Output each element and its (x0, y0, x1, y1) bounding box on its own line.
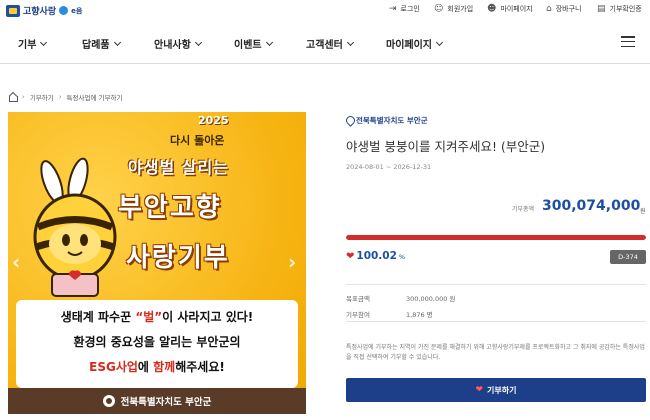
cart-icon: ⌂ (546, 3, 552, 14)
nav-item-mypage[interactable]: 마이페이지 (386, 36, 444, 51)
menu-icon[interactable] (621, 36, 635, 47)
user-icon: ☺ (434, 3, 444, 14)
home-icon[interactable] (8, 93, 18, 102)
logo-badge-icon (59, 6, 69, 15)
donate-label: 기부하기 (487, 385, 517, 395)
poster-message-box: 생태계 파수꾼 “벌”이 사라지고 있다! 환경의 중요성을 알리는 부안군의 … (16, 300, 298, 388)
region-text: 전북특별자치도 부안군 (356, 116, 428, 125)
total-amount-label: 기부총액 (512, 206, 535, 213)
project-title: 야생벌 붕붕이를 지켜주세요! (부안군) (346, 139, 546, 154)
chevron-down-icon (194, 38, 202, 46)
nav-item-guide[interactable]: 안내사항 (154, 36, 202, 51)
nav-label: 고객센터 (306, 40, 343, 51)
total-amount-unit: 원 (640, 208, 646, 215)
login-icon: ⇥ (389, 3, 397, 14)
county-seal-icon (102, 395, 115, 407)
poster-line-3: ESG사업에 함께해주세요! (89, 360, 225, 374)
project-poster: 2025 다시 돌아온 야생벌 살리는 부안고향 사랑기부 ‹ › 생태계 파수… (8, 112, 306, 414)
chevron-down-icon (346, 38, 354, 46)
dday-badge: D-374 (610, 250, 646, 264)
chevron-down-icon (113, 38, 121, 46)
login-label: 로그인 (400, 5, 420, 13)
signup-link[interactable]: ☺ 회원가입 (434, 4, 473, 14)
project-date-range: 2024-08-01 ~ 2026-12-31 (346, 163, 432, 171)
nav-label: 이벤트 (234, 40, 262, 51)
top-utility-bar: 고향사랑 e음 ⇥ 로그인 ☺ 회원가입 ☻ 마이페이지 ⌂ 장바구니 ▤ 기부… (0, 0, 650, 22)
funding-progress-bar (346, 235, 646, 240)
site-logo[interactable]: 고향사랑 e음 (6, 4, 82, 17)
bee-mascot-icon (33, 157, 117, 297)
breadcrumb-separator-icon: › (58, 93, 62, 101)
region-label: 전북특별자치도 부안군 (346, 115, 428, 126)
person-icon: ☻ (487, 3, 497, 14)
heart-icon: ❤ (346, 251, 355, 262)
percent-unit: % (398, 253, 406, 261)
nav-label: 기부 (18, 40, 37, 51)
project-info-box: 목표금액 300,000,000 원 기부참여 1,876 명 (346, 284, 646, 322)
cart-label: 장바구니 (555, 5, 582, 13)
goal-label: 목표금액 (346, 295, 370, 303)
carousel-next-arrow-icon[interactable]: › (288, 250, 296, 274)
percent-value: 100.02 (356, 250, 397, 262)
nav-item-donate[interactable]: 기부 (18, 36, 48, 51)
poster-year: 2025 (198, 114, 229, 127)
logo-mark-icon (6, 4, 20, 17)
logo-text: 고향사랑 (23, 7, 57, 17)
poster-footer-text: 전북특별자치도 부안군 (120, 397, 212, 408)
login-link[interactable]: ⇥ 로그인 (389, 4, 420, 14)
receipt-label: 기부확인증 (609, 5, 642, 13)
main-nav: 기부 답례품 안내사항 이벤트 고객센터 마이페이지 (0, 22, 650, 64)
participants-value: 1,876 명 (406, 311, 433, 319)
heart-icon: ❤ (475, 385, 484, 395)
document-icon: ▤ (597, 3, 606, 14)
donate-button[interactable]: ❤ 기부하기 (346, 378, 646, 402)
goal-row: 목표금액 300,000,000 원 (346, 293, 455, 303)
mypage-label: 마이페이지 (500, 5, 533, 13)
logo-badge-text: e음 (71, 6, 83, 15)
breadcrumb-item[interactable]: 특정사업에 기부하기 (67, 92, 123, 102)
poster-title-2: 부안고향 (118, 193, 222, 223)
poster-footer: 전북특별자치도 부안군 (8, 388, 306, 414)
poster-subtitle: 다시 돌아온 (170, 134, 225, 147)
nav-item-support[interactable]: 고객센터 (306, 36, 354, 51)
nav-label: 답례품 (82, 40, 110, 51)
nav-item-gifts[interactable]: 답례품 (82, 36, 121, 51)
breadcrumb: › 기부하기 › 특정사업에 기부하기 (8, 92, 122, 102)
chevron-down-icon (40, 38, 48, 46)
funding-percent: ❤ 100.02 % (346, 250, 405, 262)
poster-title-1: 야생벌 살리는 (128, 158, 229, 177)
location-pin-icon (346, 116, 353, 125)
breadcrumb-separator-icon: › (22, 93, 25, 101)
total-amount: 300,074,000 (542, 198, 641, 214)
nav-label: 안내사항 (154, 40, 191, 51)
nav-item-events[interactable]: 이벤트 (234, 36, 273, 51)
poster-line-2: 환경의 중요성을 알리는 부안군의 (73, 335, 241, 349)
mypage-link[interactable]: ☻ 마이페이지 (487, 4, 533, 14)
signup-label: 회원가입 (447, 5, 474, 13)
poster-title-3: 사랑기부 (126, 243, 230, 273)
goal-value: 300,000,000 원 (406, 295, 456, 303)
participants-row: 기부참여 1,876 명 (346, 309, 433, 319)
participants-label: 기부참여 (346, 311, 370, 319)
breadcrumb-item[interactable]: 기부하기 (30, 92, 54, 102)
cart-link[interactable]: ⌂ 장바구니 (546, 4, 581, 14)
project-note: 특정사업에 기부하는 지역이 가진 문제를 해결하기 위해 고향사랑기부제를 프… (346, 344, 645, 361)
carousel-prev-arrow-icon[interactable]: ‹ (12, 250, 20, 274)
poster-line-1: 생태계 파수꾼 “벌”이 사라지고 있다! (60, 310, 254, 324)
funding-progress-fill (346, 235, 646, 240)
chevron-down-icon (265, 38, 273, 46)
nav-label: 마이페이지 (386, 40, 432, 51)
receipt-link[interactable]: ▤ 기부확인증 (597, 4, 642, 14)
chevron-down-icon (435, 38, 444, 46)
